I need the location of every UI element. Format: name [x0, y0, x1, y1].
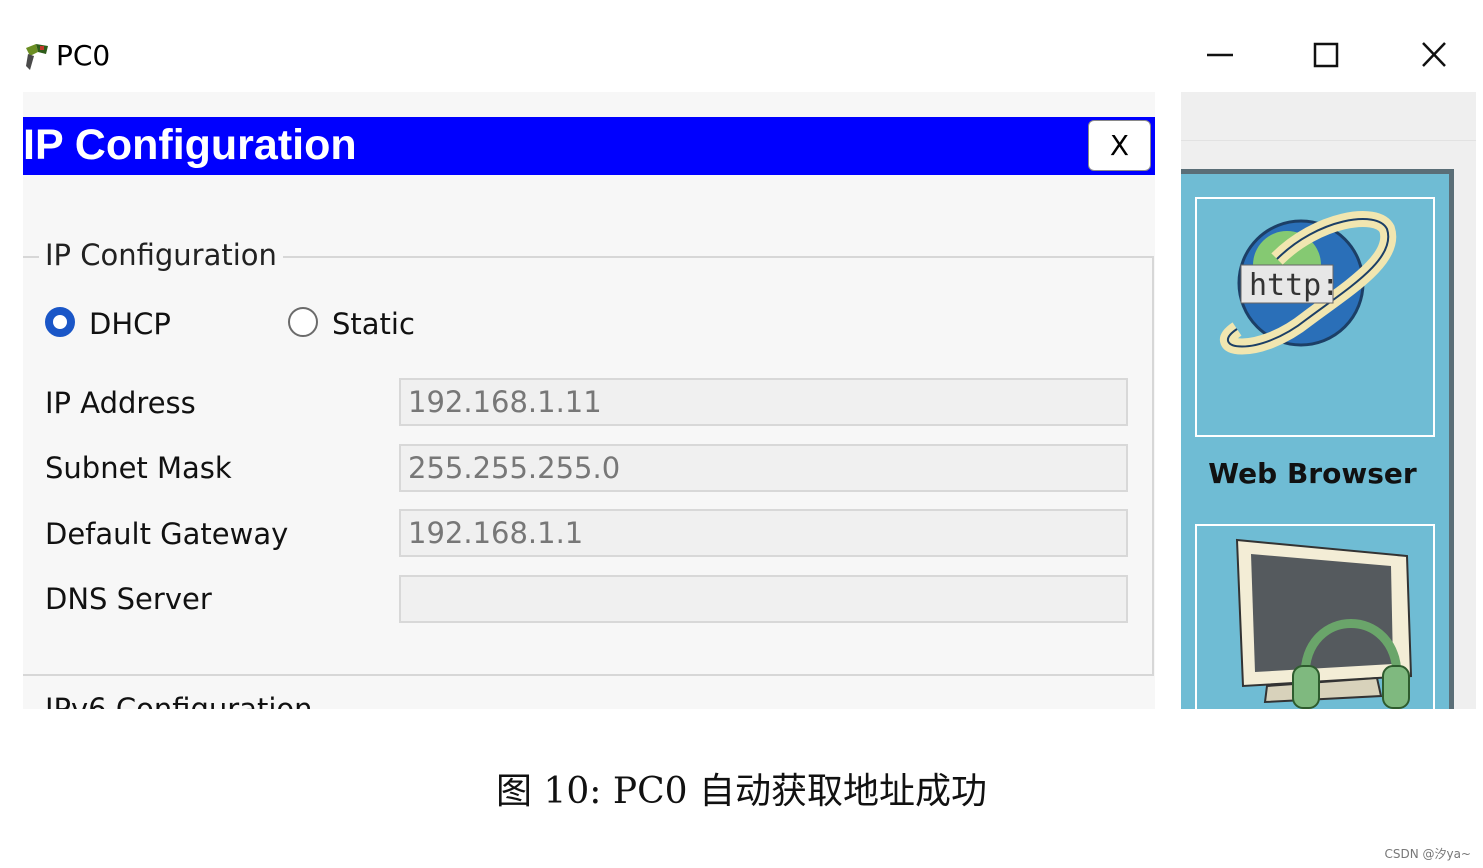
subnet-mask-input[interactable]: 255.255.255.0 [399, 444, 1128, 492]
close-icon [1422, 42, 1446, 67]
dns-server-input[interactable] [399, 575, 1128, 623]
desktop-apps-panel: http: Web Browser [1181, 92, 1476, 709]
window-titlebar: PC0 [0, 0, 1483, 92]
watermark: CSDN @汐ya~ [1384, 847, 1471, 861]
dhcp-radio-indicator[interactable] [45, 307, 75, 337]
ip-configuration-header: IP Configuration X [23, 117, 1155, 175]
web-browser-label: Web Browser [1208, 457, 1417, 490]
pc-headset-icon [1235, 538, 1413, 709]
ip-configuration-close-button[interactable]: X [1088, 120, 1151, 171]
web-browser-icon-text: http: [1249, 268, 1339, 303]
ip-configuration-header-title: IP Configuration [23, 121, 357, 169]
maximize-icon [1313, 42, 1339, 68]
static-radio[interactable]: Static [288, 307, 488, 343]
ip-address-label: IP Address [45, 386, 196, 420]
figure-caption: 图 10: PC0 自动获取地址成功 [496, 771, 987, 812]
desktop-topbar [1181, 92, 1476, 141]
dhcp-radio[interactable]: DHCP [45, 307, 245, 343]
web-browser-icon: http: [1220, 211, 1397, 355]
static-radio-label: Static [332, 307, 415, 341]
minimize-button[interactable] [1193, 30, 1247, 80]
ipv6-configuration-group-title: IPv6 Configuration [45, 692, 313, 709]
dns-server-label: DNS Server [45, 582, 212, 616]
default-gateway-label: Default Gateway [45, 517, 289, 551]
ip-configuration-panel: IP Configuration X IP Configuration DHCP… [23, 92, 1155, 709]
maximize-button[interactable] [1299, 30, 1353, 80]
minimize-icon [1207, 53, 1233, 57]
subnet-mask-label: Subnet Mask [45, 451, 232, 485]
desktop-area: http: Web Browser [1181, 169, 1454, 709]
ip-configuration-group-title: IP Configuration [39, 238, 283, 272]
default-gateway-input[interactable]: 192.168.1.1 [399, 509, 1128, 557]
web-browser-tile[interactable]: http: [1195, 197, 1435, 437]
static-radio-indicator[interactable] [288, 307, 318, 337]
pc-headset-tile[interactable] [1195, 524, 1435, 709]
dhcp-radio-label: DHCP [89, 307, 171, 341]
packet-tracer-app-icon [24, 42, 50, 72]
ip-address-input[interactable]: 192.168.1.11 [399, 378, 1128, 426]
close-window-button[interactable] [1407, 30, 1461, 80]
window-title: PC0 [56, 39, 111, 72]
